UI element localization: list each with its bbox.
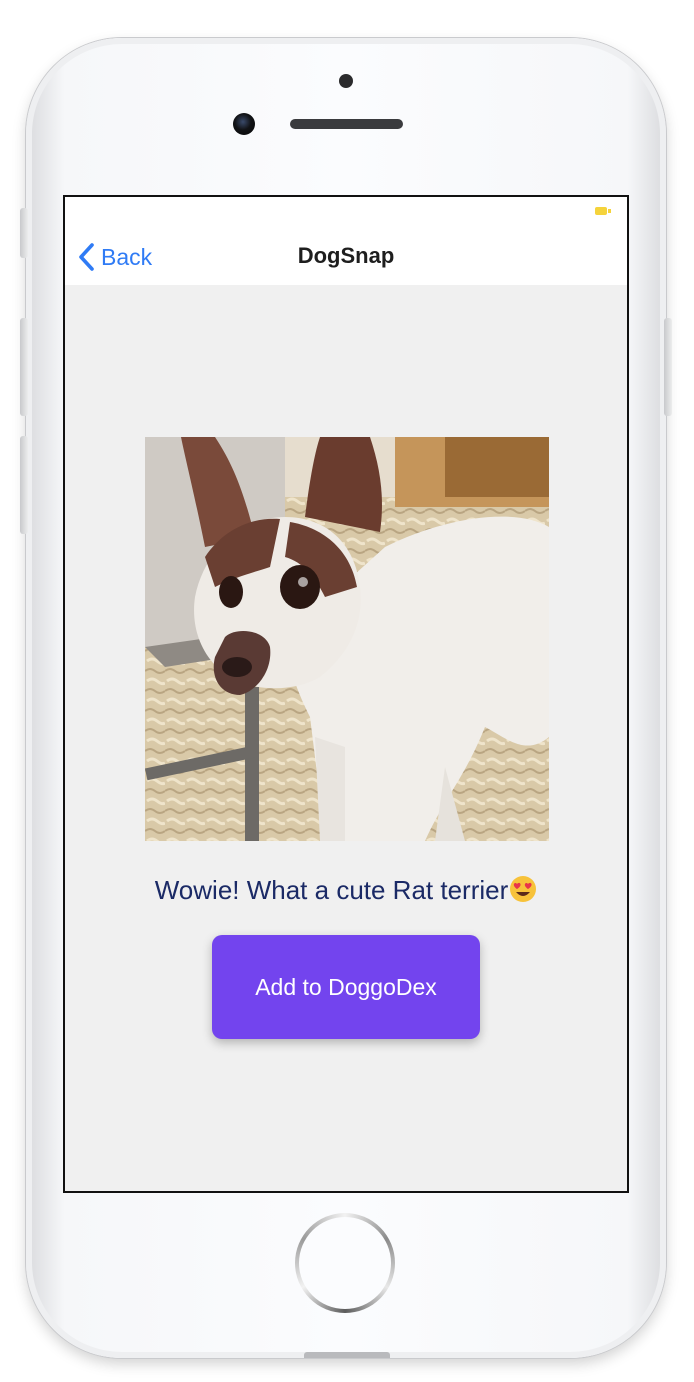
bottom-edge-detail	[304, 1352, 390, 1358]
mute-switch	[20, 208, 28, 258]
add-to-doggodex-button[interactable]: Add to DoggoDex	[212, 935, 480, 1039]
front-camera	[233, 113, 255, 135]
volume-up-button	[20, 318, 28, 416]
power-button	[664, 318, 672, 416]
dog-photo	[145, 437, 549, 841]
identification-message: Wowie! What a cute Rat terrier	[65, 875, 627, 906]
app-screen: Back DogSnap Wowie! What a cute Rat terr…	[63, 195, 629, 1193]
earpiece-speaker	[290, 119, 403, 129]
main-content: Wowie! What a cute Rat terrier Add to Do…	[65, 285, 627, 1191]
battery-charging-icon	[595, 207, 607, 215]
status-bar	[65, 197, 627, 229]
battery-cap	[608, 209, 611, 213]
message-text: Wowie! What a cute Rat terrier	[154, 875, 509, 905]
navigation-bar: Back DogSnap	[65, 229, 627, 285]
add-button-label: Add to DoggoDex	[255, 973, 437, 1000]
heart-eyes-emoji-icon	[509, 875, 537, 903]
page-title: DogSnap	[297, 243, 395, 268]
home-button[interactable]	[295, 1213, 395, 1313]
proximity-sensor	[339, 74, 353, 88]
home-button-face	[299, 1217, 391, 1309]
volume-down-button	[20, 436, 28, 534]
